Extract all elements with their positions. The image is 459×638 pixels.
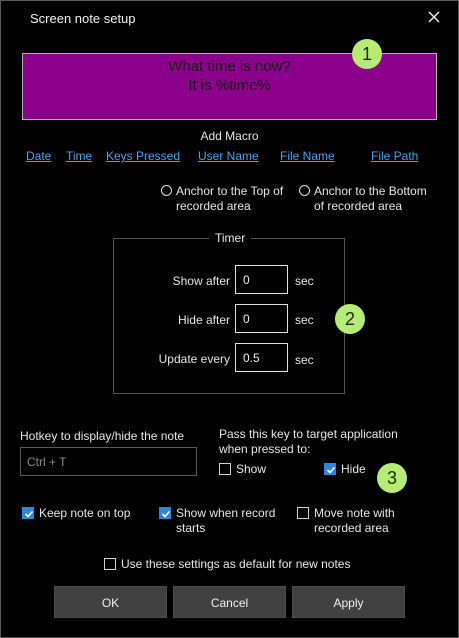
close-button[interactable] (423, 6, 445, 28)
show-when-record-label: Show when record starts (176, 506, 276, 535)
callout-badge-3: 3 (377, 463, 407, 493)
hide-after-input[interactable]: 0 (235, 304, 288, 333)
move-note-checkbox[interactable] (297, 507, 309, 519)
move-note-label: Move note with recorded area (314, 506, 395, 535)
pass-hide-label: Hide (341, 462, 366, 476)
show-when-record-checkbox[interactable] (159, 507, 171, 519)
pass-key-label: Pass this key to target application when … (219, 427, 398, 456)
callout-badge-1: 1 (352, 39, 382, 69)
hotkey-label: Hotkey to display/hide the note (20, 429, 185, 443)
screen-note-setup-dialog: Screen note setup What time is now? It i… (0, 0, 459, 638)
macro-link-file-path[interactable]: File Path (371, 149, 418, 163)
show-after-input[interactable]: 0 (235, 265, 288, 294)
use-default-label: Use these settings as default for new no… (121, 557, 351, 571)
checkmark-icon (24, 510, 34, 518)
anchor-bottom-label: Anchor to the Bottom of recorded area (314, 184, 427, 213)
title-bar[interactable]: Screen note setup (1, 1, 458, 35)
pass-show-checkbox[interactable] (219, 463, 231, 475)
anchor-top-label: Anchor to the Top of recorded area (176, 184, 284, 213)
keep-on-top-label: Keep note on top (39, 506, 131, 520)
macro-link-date[interactable]: Date (26, 149, 51, 163)
update-every-unit: sec (295, 353, 314, 367)
timer-legend: Timer (209, 231, 252, 245)
anchor-top-radio[interactable] (161, 185, 172, 196)
hide-after-unit: sec (295, 313, 314, 327)
keep-on-top-checkbox[interactable] (22, 507, 34, 519)
macro-link-file-name[interactable]: File Name (280, 149, 335, 163)
checkmark-icon (161, 510, 171, 518)
macro-link-time[interactable]: Time (66, 149, 92, 163)
ok-button[interactable]: OK (54, 586, 167, 618)
update-every-input[interactable]: 0.5 (235, 343, 288, 372)
hide-after-label: Hide after (177, 313, 230, 327)
apply-button[interactable]: Apply (292, 586, 405, 618)
window-title: Screen note setup (30, 11, 136, 26)
show-after-unit: sec (295, 274, 314, 288)
note-preview-line-2: It is %time% (188, 77, 271, 94)
close-icon (428, 11, 440, 23)
checkmark-icon (326, 466, 336, 474)
macro-link-keys-pressed[interactable]: Keys Pressed (106, 149, 180, 163)
macro-link-user-name[interactable]: User Name (198, 149, 259, 163)
anchor-bottom-radio[interactable] (299, 185, 310, 196)
callout-badge-2: 2 (335, 304, 365, 334)
pass-show-label: Show (236, 462, 267, 476)
use-default-checkbox[interactable] (104, 558, 116, 570)
hotkey-input[interactable]: Ctrl + T (20, 447, 197, 476)
show-after-label: Show after (172, 274, 230, 288)
update-every-label: Update every (158, 352, 230, 366)
cancel-button[interactable]: Cancel (173, 586, 286, 618)
add-macro-title: Add Macro (200, 129, 259, 143)
pass-hide-checkbox[interactable] (324, 463, 336, 475)
